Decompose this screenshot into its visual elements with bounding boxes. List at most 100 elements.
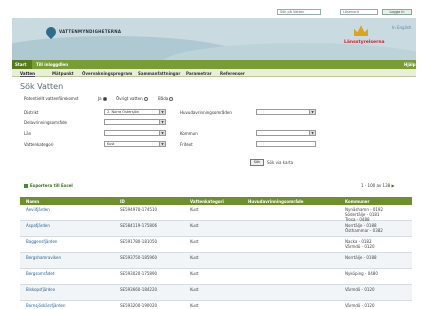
results-table: Namn ID Vattenkategori Huvudavrinningsom…: [20, 197, 412, 309]
col-header-namn[interactable]: Namn: [26, 199, 39, 204]
cell-municipality: Norrtälje - 0188 Östhammar - 0382: [345, 223, 383, 233]
cell-municipality: Värmdö - 0120: [345, 287, 375, 292]
cell-id: SE594970-174510: [120, 207, 158, 212]
search-button[interactable]: Sök: [250, 159, 264, 166]
next-page-icon[interactable]: ▶: [391, 183, 394, 188]
delavrinning-label: Delavrinningsområde: [24, 120, 68, 125]
cell-name[interactable]: Bornsjöskärsfjärden: [26, 303, 66, 308]
radio-ja[interactable]: Ja: [98, 96, 107, 101]
fritext-label: Fritext: [180, 142, 193, 147]
vattenkategori-select[interactable]: Kust ▼: [104, 141, 166, 147]
sub-nav: Vatten Mätpunkt Övervakningsprogram Samm…: [12, 69, 416, 77]
kommun-select[interactable]: ▼: [256, 130, 316, 136]
cell-id: SE593200-190020: [120, 303, 158, 308]
huvudavrinning-label: Huvudavrinningsområden: [180, 110, 232, 115]
table-row[interactable]: Bergsområdet SE593020-175890 Kust Nyköping …: [20, 269, 412, 285]
cell-category: Kust: [190, 255, 199, 260]
tab-referenser[interactable]: Referenser: [220, 71, 245, 76]
chevron-down-icon: ▼: [159, 110, 165, 114]
result-count: 1 - 100 av 138 ▶: [361, 183, 395, 188]
fritext-input[interactable]: [256, 141, 316, 147]
cell-municipality: Värmdö - 0120: [345, 303, 375, 308]
cell-category: Kust: [190, 223, 199, 228]
col-header-vattenkategori[interactable]: Vattenkategori: [190, 199, 224, 204]
cell-name[interactable]: Aeviifjärden: [26, 207, 50, 212]
radio-ovrigt-label: Övrigt vatten: [116, 96, 143, 101]
lan-label: Län: [24, 131, 32, 136]
table-body: Aeviifjärden SE594970-174510 Kust Nynäshamn…: [20, 205, 412, 309]
col-header-huvudavrinning[interactable]: Huvudavrinningsområde: [248, 199, 304, 204]
radio-bada-label: Båda: [158, 96, 169, 101]
cell-id: SE593020-175890: [120, 271, 158, 276]
distrikt-select[interactable]: 2. Norra Östersjön ▼: [104, 109, 166, 115]
count-text: 1 - 100 av 138: [361, 183, 391, 188]
table-row[interactable]: Biskopsfjärden SE593660-184220 Kust Värmdö …: [20, 285, 412, 301]
tab-vatten[interactable]: Vatten: [20, 71, 35, 77]
tab-matpunkt[interactable]: Mätpunkt: [52, 71, 74, 76]
lan-select[interactable]: ▼: [104, 130, 166, 136]
distrikt-label: Distrikt: [24, 110, 39, 115]
lansstyrelserna-logo[interactable]: Länsstyrelserna: [344, 24, 385, 50]
lst-logo-text: Länsstyrelserna: [344, 40, 385, 45]
export-label: Exportera till Excel: [30, 183, 73, 188]
col-header-id[interactable]: ID: [120, 199, 125, 204]
password-field[interactable]: Lösenord: [340, 9, 378, 15]
table-row[interactable]: Aeviifjärden SE594970-174510 Kust Nynäshamn…: [20, 205, 412, 222]
huvudavrinning-select[interactable]: ▼: [256, 109, 316, 115]
table-row[interactable]: Aspafjärden SE584119-175806 Kust Norrtälje …: [20, 221, 412, 237]
cell-id: SE591780-181050: [120, 239, 158, 244]
vattenkategori-value: Kust: [107, 142, 115, 146]
vattenmyndigheterna-logo[interactable]: VATTENMYNDIGHETERNA: [43, 24, 121, 40]
radio-dot: [169, 97, 174, 101]
cell-category: Kust: [190, 271, 199, 276]
cell-name[interactable]: Bergshamraviken: [26, 255, 61, 260]
help-link[interactable]: Hjälp: [404, 62, 416, 67]
table-row[interactable]: Baggensfjärden SE591780-181050 Kust Nacka -…: [20, 237, 412, 253]
vattenkategori-label: Vattenkategori: [24, 142, 54, 147]
water-drop-icon: [43, 24, 59, 40]
site-search-input[interactable]: Sök på Vatten: [277, 9, 321, 15]
cell-id: SE584119-175806: [120, 223, 158, 228]
excel-icon: [24, 184, 28, 188]
chevron-down-icon: ▼: [309, 110, 315, 114]
cell-name[interactable]: Baggensfjärden: [26, 239, 57, 244]
page-title: Sök Vatten: [20, 82, 64, 91]
cell-id: SE593660-184220: [120, 287, 158, 292]
kommun-label: Kommun: [180, 131, 198, 136]
radio-dot: [143, 97, 148, 101]
crown-icon: [354, 25, 368, 36]
radio-dot: [102, 97, 107, 101]
vat-logo-text: VATTENMYNDIGHETERNA: [59, 29, 122, 34]
nav-item-inloggad[interactable]: Till inloggdlen: [36, 62, 68, 67]
cell-name[interactable]: Biskopsfjärden: [26, 287, 55, 292]
cell-category: Kust: [190, 287, 199, 292]
cell-municipality: Nyköping - 0480: [345, 271, 378, 276]
chevron-down-icon: ▼: [159, 120, 165, 124]
cell-municipality: Nacka - 0182 Värmdö - 0120: [345, 239, 375, 249]
radio-ovrigt[interactable]: Övrigt vatten: [116, 96, 148, 101]
cell-name[interactable]: Aspafjärden: [26, 223, 50, 228]
map-search-link[interactable]: Sök via karta: [267, 160, 293, 165]
radio-ja-label: Ja: [98, 96, 102, 101]
cell-municipality: Nynäshamn - 0192 Södertälje - 0181 Trosa…: [345, 207, 384, 222]
tab-sammanfattningar[interactable]: Sammanfattningar: [138, 71, 180, 76]
potential-label: Potentiellt vattenförekomst: [24, 96, 79, 101]
table-header: Namn ID Vattenkategori Huvudavrinningsom…: [20, 197, 412, 205]
chevron-down-icon: ▼: [159, 142, 165, 146]
export-excel-link[interactable]: Exportera till Excel: [24, 183, 73, 188]
table-row[interactable]: Bergshamraviken SE593750-185960 Kust Norrtä…: [20, 253, 412, 269]
main-content: Sök Vatten Potentiellt vattenförekomst J…: [12, 80, 416, 309]
cell-municipality: Norrtälje - 0188: [345, 255, 377, 260]
cell-name[interactable]: Bergsområdet: [26, 271, 54, 276]
english-link[interactable]: In English: [392, 25, 411, 30]
radio-bada[interactable]: Båda: [158, 96, 174, 101]
table-row[interactable]: Bornsjöskärsfjärden SE593200-190020 Kust Vä…: [20, 301, 412, 309]
tab-parametrar[interactable]: Parametrar: [186, 71, 212, 76]
nav-item-start[interactable]: Start: [15, 62, 26, 67]
cell-category: Kust: [190, 303, 199, 308]
tab-overvakningsprogram[interactable]: Övervakningsprogram: [82, 71, 132, 76]
login-button[interactable]: Logga in: [382, 9, 412, 15]
delavrinning-select[interactable]: ▼: [104, 119, 166, 125]
col-header-kommuner[interactable]: Kommuner: [345, 199, 370, 204]
cell-category: Kust: [190, 239, 199, 244]
